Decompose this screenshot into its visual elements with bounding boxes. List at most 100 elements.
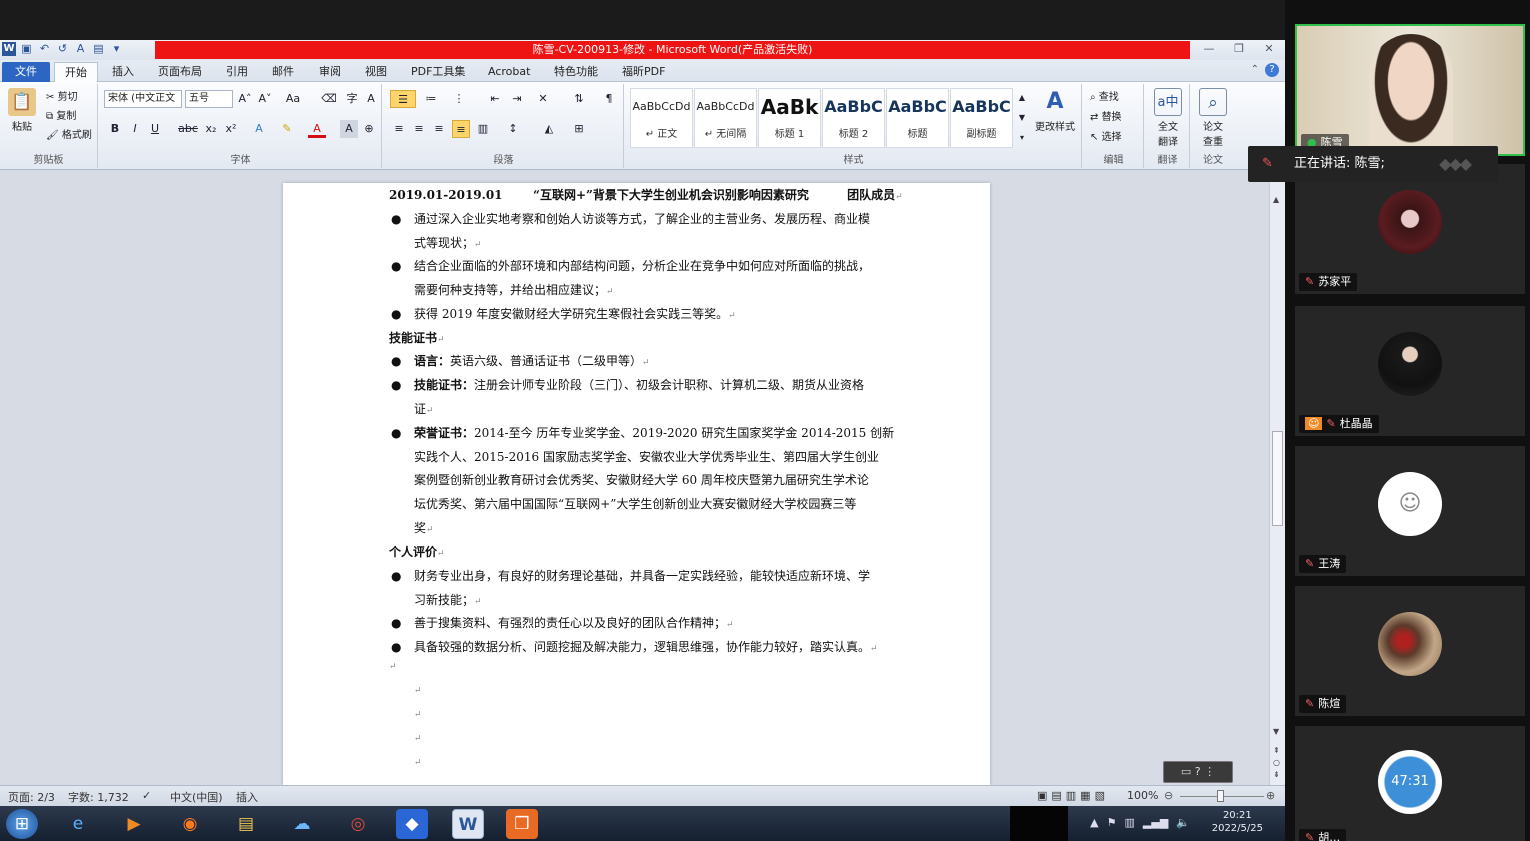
- video-tile-participant[interactable]: ☺ ✎ 王涛: [1295, 446, 1525, 576]
- show-marks-icon[interactable]: ¶: [600, 90, 618, 108]
- decrease-indent-icon[interactable]: ⇤: [486, 90, 504, 108]
- change-case-icon[interactable]: Aa: [284, 90, 302, 108]
- tab-special[interactable]: 特色功能: [554, 62, 598, 82]
- cloud-app-icon[interactable]: ☁: [286, 809, 318, 839]
- full-translate-button[interactable]: a中 全文 翻译: [1150, 88, 1186, 148]
- tray-expand-icon[interactable]: ▲: [1090, 816, 1098, 829]
- phonetic-icon[interactable]: 字: [343, 90, 361, 108]
- volume-icon[interactable]: 🔈: [1176, 816, 1190, 829]
- undo-icon[interactable]: ↶: [37, 41, 52, 57]
- strikethrough-button[interactable]: abc: [176, 120, 200, 138]
- scrollbar-thumb[interactable]: [1272, 431, 1283, 526]
- insert-mode[interactable]: 插入: [236, 789, 258, 805]
- bullets-button[interactable]: ☰: [390, 90, 416, 108]
- folder-icon[interactable]: ▤: [230, 809, 262, 839]
- style-no-spacing[interactable]: AaBbCcDd ↵ 无间隔: [694, 88, 757, 148]
- video-tile-participant[interactable]: 47:31 ✎ 胡…: [1295, 726, 1525, 841]
- font-color-icon[interactable]: A: [308, 120, 326, 138]
- superscript-icon[interactable]: x²: [222, 120, 240, 138]
- text-effect-icon[interactable]: A: [250, 120, 268, 138]
- language-indicator[interactable]: 中文(中国): [170, 789, 223, 805]
- tab-insert[interactable]: 插入: [112, 62, 134, 82]
- minimize-icon[interactable]: —: [1201, 41, 1217, 57]
- shrink-font-icon[interactable]: A˅: [256, 90, 274, 108]
- paste-button[interactable]: 📋 粘贴: [4, 88, 40, 133]
- word-app-icon[interactable]: W: [2, 42, 16, 56]
- zoom-slider-thumb[interactable]: [1217, 790, 1224, 802]
- scroll-up-icon[interactable]: ▲: [1273, 195, 1279, 204]
- justify-icon[interactable]: ≡: [452, 120, 470, 138]
- tab-references[interactable]: 引用: [226, 62, 248, 82]
- close-icon[interactable]: ✕: [1261, 41, 1277, 57]
- zoom-level[interactable]: 100%: [1127, 789, 1158, 802]
- meeting-app-icon[interactable]: ◆: [396, 809, 428, 839]
- font-size-select[interactable]: 五号: [185, 90, 233, 108]
- tab-foxit-pdf[interactable]: 福昕PDF: [622, 62, 665, 82]
- redo-icon[interactable]: ↺: [55, 41, 70, 57]
- video-tile-participant[interactable]: ☺ ✎ 杜晶晶: [1295, 306, 1525, 436]
- char-shading-icon[interactable]: A: [340, 120, 358, 138]
- enclosed-char-icon[interactable]: ⊕: [360, 120, 378, 138]
- select-button[interactable]: ↖ 选择: [1090, 130, 1122, 146]
- multilevel-list-icon[interactable]: ⋮: [450, 90, 468, 108]
- style-subtitle[interactable]: AaBbC 副标题: [950, 88, 1013, 148]
- styles-scroll-icon[interactable]: ▲ ▼ ▾: [1016, 88, 1028, 148]
- align-center-icon[interactable]: ≡: [410, 120, 428, 138]
- clear-format-icon[interactable]: ⌫: [320, 90, 338, 108]
- chrome-icon[interactable]: ◎: [342, 809, 374, 839]
- restore-icon[interactable]: ❐: [1231, 41, 1247, 57]
- word-taskbar-icon[interactable]: W: [452, 809, 484, 839]
- char-border-icon[interactable]: A: [362, 90, 380, 108]
- video-tile-participant[interactable]: ✎ 陈煊: [1295, 586, 1525, 716]
- copy-button[interactable]: ⧉ 复制: [46, 109, 76, 125]
- format-painter-button[interactable]: 🖌 格式刷: [46, 128, 92, 144]
- align-left-icon[interactable]: ≡: [390, 120, 408, 138]
- help-icon[interactable]: ?: [1265, 63, 1279, 77]
- increase-indent-icon[interactable]: ⇥: [508, 90, 526, 108]
- font-name-select[interactable]: 宋体 (中文正文: [104, 90, 182, 108]
- style-title[interactable]: AaBbC 标题: [886, 88, 949, 148]
- tab-review[interactable]: 审阅: [319, 62, 341, 82]
- view-buttons[interactable]: ▣▤▥▦▧: [1037, 789, 1109, 802]
- video-tile-participant[interactable]: ✎ 苏家平: [1295, 164, 1525, 294]
- tab-mailings[interactable]: 邮件: [272, 62, 294, 82]
- align-right-icon[interactable]: ≡: [430, 120, 448, 138]
- tab-acrobat[interactable]: Acrobat: [488, 62, 530, 82]
- find-button[interactable]: ⌕ 查找: [1090, 90, 1119, 106]
- style-heading-2[interactable]: AaBbC 标题 2: [822, 88, 885, 148]
- scroll-down-icon[interactable]: ▼: [1273, 727, 1279, 736]
- underline-button[interactable]: U: [146, 120, 164, 138]
- tab-view[interactable]: 视图: [365, 62, 387, 82]
- pdf-app-icon[interactable]: ❒: [506, 809, 538, 839]
- media-player-icon[interactable]: ▶: [118, 809, 150, 839]
- ie-icon[interactable]: e: [62, 809, 94, 839]
- chinese-layout-icon[interactable]: ✕: [534, 90, 552, 108]
- browse-object-icon[interactable]: ⇞ ○ ⇟: [1273, 745, 1280, 781]
- zoom-in-icon[interactable]: ⊕: [1266, 789, 1275, 802]
- start-button[interactable]: ⊞: [6, 809, 38, 839]
- firefox-icon[interactable]: ◉: [174, 809, 206, 839]
- flag-icon[interactable]: ⚑: [1107, 816, 1117, 829]
- system-clock[interactable]: 20:21 2022/5/25: [1212, 809, 1263, 835]
- numbering-icon[interactable]: ≔: [422, 90, 440, 108]
- document-page[interactable]: 2019.01-2019.01 “互联网+”背景下大学生创业机会识别影响因素研究…: [283, 183, 990, 785]
- grow-font-icon[interactable]: A˄: [236, 90, 254, 108]
- borders-icon[interactable]: ⊞: [570, 120, 588, 138]
- subscript-icon[interactable]: x₂: [202, 120, 220, 138]
- cut-button[interactable]: ✂ 剪切: [46, 90, 78, 106]
- tab-page-layout[interactable]: 页面布局: [158, 62, 202, 82]
- style-normal[interactable]: AaBbCcDd ↵ 正文: [630, 88, 693, 148]
- line-spacing-icon[interactable]: ↕: [504, 120, 522, 138]
- word-count[interactable]: 字数: 1,732: [68, 789, 129, 805]
- tab-pdf-tools[interactable]: PDF工具集: [411, 62, 465, 82]
- signal-icon[interactable]: ▂▄▆: [1143, 816, 1168, 829]
- page-count[interactable]: 页面: 2/3: [8, 789, 55, 805]
- highlight-icon[interactable]: ✎: [278, 120, 296, 138]
- print-preview-icon[interactable]: ▤: [91, 41, 106, 57]
- replace-button[interactable]: ⇄ 替换: [1090, 110, 1122, 126]
- tab-file[interactable]: 文件: [2, 62, 50, 82]
- distribute-icon[interactable]: ▥: [474, 120, 492, 138]
- shading-icon[interactable]: ◭: [540, 120, 558, 138]
- video-tile-self[interactable]: ● 陈雪: [1295, 24, 1525, 156]
- collapse-ribbon-icon[interactable]: ⌃: [1251, 63, 1259, 77]
